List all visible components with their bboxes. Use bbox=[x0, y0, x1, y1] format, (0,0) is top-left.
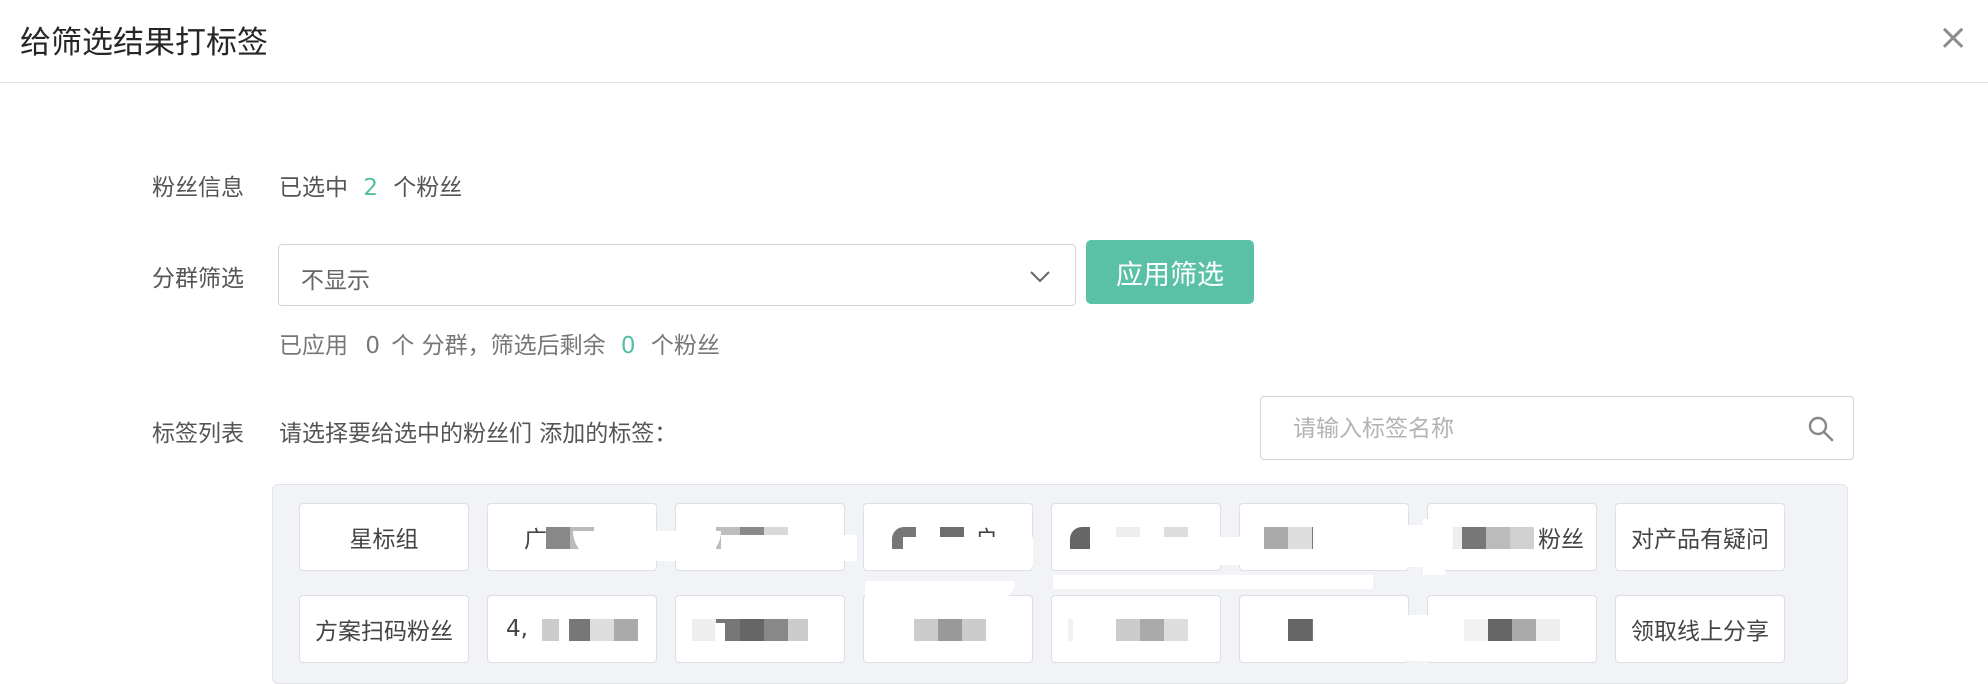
tag-list-panel: 星标组 广 户 bbox=[272, 484, 1848, 684]
chevron-down-icon bbox=[1030, 271, 1050, 283]
filter-summary-middle: 个 分群，筛选后剩余 bbox=[391, 333, 606, 359]
dialog-title: 给筛选结果打标签 bbox=[20, 25, 268, 61]
group-filter-label: 分群筛选 bbox=[152, 266, 244, 292]
tag-item[interactable]: 对产品有疑问 bbox=[1615, 503, 1785, 571]
tag-label: 广 bbox=[524, 527, 547, 553]
search-icon[interactable] bbox=[1807, 415, 1835, 443]
tag-item[interactable]: 方案扫码粉丝 bbox=[299, 595, 469, 663]
tag-item[interactable]: 星标组 bbox=[299, 503, 469, 571]
apply-filter-button[interactable]: 应用筛选 bbox=[1086, 240, 1254, 304]
group-filter-selected-value: 不显示 bbox=[301, 268, 370, 294]
fans-selected-count: 2 bbox=[363, 175, 378, 201]
filter-summary: 已应用 0 个 分群，筛选后剩余 0 个粉丝 bbox=[279, 326, 720, 360]
filter-summary-suffix: 个粉丝 bbox=[650, 333, 720, 359]
fans-selected-suffix: 个粉丝 bbox=[393, 175, 463, 201]
tag-item[interactable]: 领取线上分享 bbox=[1615, 595, 1785, 663]
filter-summary-remaining: 0 bbox=[620, 333, 636, 359]
tag-item[interactable] bbox=[863, 595, 1033, 663]
tag-search-input[interactable] bbox=[1291, 409, 1795, 449]
fans-selected-prefix: 已选中 bbox=[279, 175, 348, 201]
tag-item[interactable]: 4, bbox=[487, 595, 657, 663]
tag-label: 4, bbox=[506, 616, 528, 642]
tag-label: 星标组 bbox=[349, 527, 419, 553]
tag-list-label: 标签列表 bbox=[152, 421, 244, 447]
fans-info-label: 粉丝信息 bbox=[152, 175, 244, 201]
tag-list-hint: 请选择要给选中的粉丝们 添加的标签： bbox=[279, 421, 678, 447]
tag-label: 对产品有疑问 bbox=[1631, 527, 1769, 553]
tag-label: 领取线上分享 bbox=[1631, 619, 1769, 645]
fans-selected-text: 已选中 2 个粉丝 bbox=[279, 168, 462, 202]
dialog-header: 给筛选结果打标签 × bbox=[0, 0, 1988, 83]
tag-item[interactable] bbox=[1427, 595, 1597, 663]
tag-item[interactable] bbox=[675, 595, 845, 663]
filter-summary-groups: 0 bbox=[365, 333, 380, 359]
filter-summary-prefix: 已应用 bbox=[279, 333, 348, 359]
close-icon[interactable]: × bbox=[1938, 18, 1968, 58]
tag-dialog: 给筛选结果打标签 × 粉丝信息 已选中 2 个粉丝 分群筛选 不显示 应用筛选 … bbox=[0, 0, 1988, 684]
tag-label: 方案扫码粉丝 bbox=[315, 619, 453, 645]
group-filter-select[interactable]: 不显示 bbox=[278, 244, 1076, 306]
tag-label: 粉丝 bbox=[1538, 527, 1584, 553]
tag-search-box bbox=[1260, 396, 1854, 460]
